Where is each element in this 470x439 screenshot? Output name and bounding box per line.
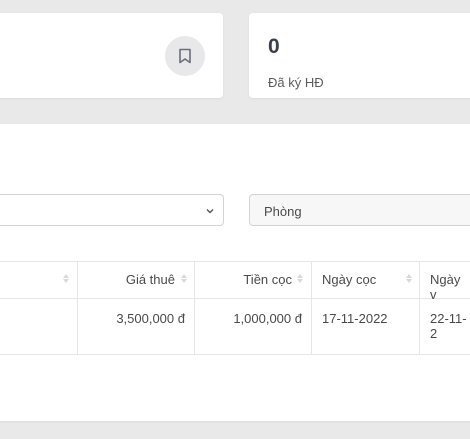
sort-icon[interactable]: [297, 274, 304, 283]
contracts-panel: [0, 124, 470, 421]
cell-deposit: 1,000,000 đ: [233, 311, 302, 326]
sort-icon[interactable]: [406, 274, 413, 283]
table-top-border: [0, 261, 470, 262]
filter-select-left[interactable]: [0, 194, 224, 226]
signed-count: 0: [268, 35, 280, 58]
bookmark-icon: [165, 36, 205, 76]
sort-icon[interactable]: [181, 274, 188, 283]
column-divider: [419, 261, 420, 355]
cell-move-in-date: 22-11-2: [430, 311, 467, 341]
col-header-deposit[interactable]: Tiền cọc: [243, 272, 292, 287]
cell-rent: 3,500,000 đ: [116, 311, 185, 326]
column-divider: [77, 261, 78, 355]
cell-deposit-date: 17-11-2022: [322, 311, 388, 326]
col-header-move-in-date[interactable]: Ngày v: [430, 272, 470, 302]
signed-label: Đã ký HĐ: [268, 75, 324, 90]
table-bottom-border: [0, 354, 470, 355]
chevron-down-icon: [205, 204, 215, 219]
col-header-deposit-date[interactable]: Ngày cọc: [322, 272, 376, 287]
sort-icon[interactable]: [63, 274, 70, 283]
stat-card-left: Đ: [0, 13, 223, 98]
room-select-value: Phòng: [264, 204, 302, 219]
column-divider: [194, 261, 195, 355]
col-header-rent[interactable]: Giá thuê: [126, 272, 175, 287]
table-header-border: [0, 298, 470, 299]
stat-card-signed: 0 Đã ký HĐ: [249, 13, 470, 98]
room-select[interactable]: Phòng: [249, 194, 470, 226]
column-divider: [311, 261, 312, 355]
